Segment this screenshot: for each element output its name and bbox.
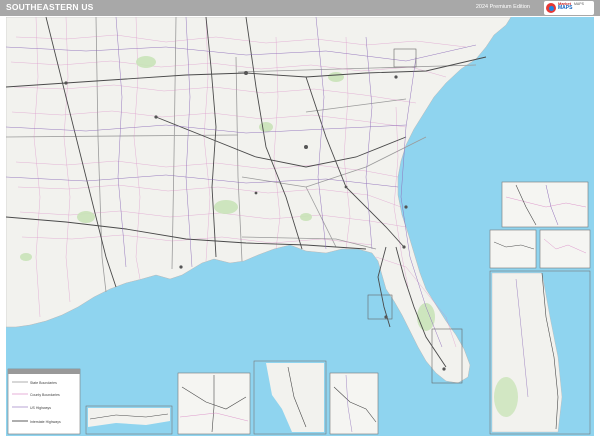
inset-jacksonville (489, 229, 537, 269)
inset-charlotte (501, 181, 589, 228)
legend-row-1: County Boundaries (30, 393, 60, 397)
logo-brand-main: MAPS (558, 5, 573, 11)
publisher-logo: Market MAPS MAPS (544, 1, 594, 15)
map-header: SOUTHEASTERN US 2024 Premium Edition Mar… (0, 0, 600, 16)
edition-label: 2024 Premium Edition (475, 4, 530, 10)
map-title: SOUTHEASTERN US (6, 2, 94, 12)
logo-mark-inner-icon (549, 6, 554, 11)
legend-row-3: Interstate Highways (30, 420, 61, 424)
inset-orlando (539, 229, 591, 269)
legend-box: State Boundaries County Boundaries US Hi… (7, 368, 81, 435)
legend-row-0: State Boundaries (30, 381, 57, 385)
southeast-map: State Boundaries County Boundaries US Hi… (6, 17, 594, 436)
logo-tagline: MAPS (574, 2, 584, 6)
legend-row-2: US Highways (30, 406, 51, 410)
